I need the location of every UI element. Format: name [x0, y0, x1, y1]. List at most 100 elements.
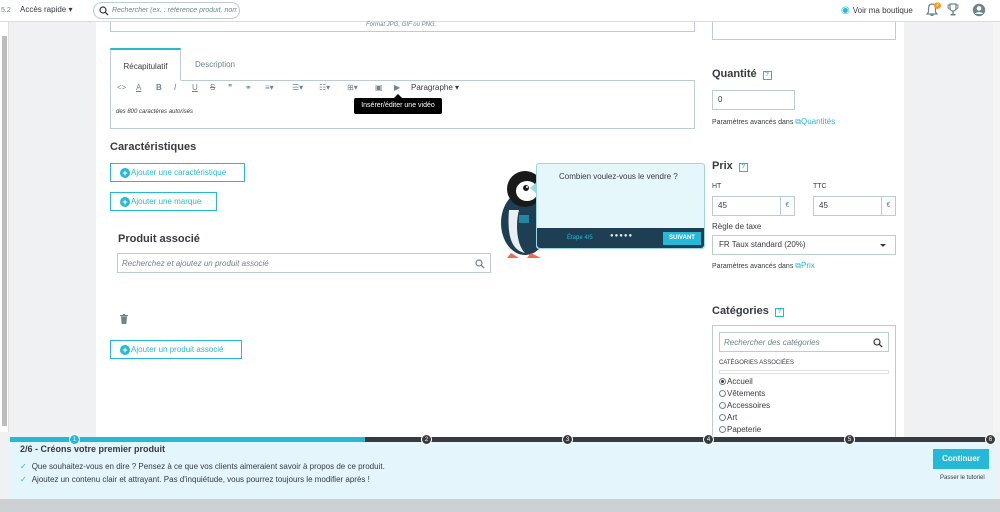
align-icon[interactable]: ≡▾ [265, 83, 274, 92]
price-ht-value: 45 [718, 201, 727, 210]
help-icon[interactable]: ? [762, 71, 772, 80]
italic-icon[interactable]: I [174, 83, 176, 92]
blockquote-icon[interactable]: ❞ [228, 83, 232, 92]
image-dropzone[interactable]: Format JPG, GIF ou PNG. [110, 22, 695, 32]
plus-circle-icon: + [120, 168, 130, 178]
underline-icon[interactable]: U [192, 83, 198, 92]
popup-progress-dots: ●●●●● [610, 233, 634, 239]
add-related-product-button[interactable]: + Ajouter un produit associé [110, 340, 242, 359]
tutorial-line: ✓ Ajoutez un contenu clair et attrayant. … [20, 475, 370, 484]
tab-description[interactable]: Description [190, 48, 240, 81]
image-icon[interactable]: ▣ [375, 83, 383, 92]
radio-icon[interactable] [719, 426, 726, 433]
trash-icon[interactable] [120, 314, 128, 324]
quantity-input[interactable]: 0 [712, 90, 795, 110]
tab-summary[interactable]: Récapitulatif [110, 48, 181, 81]
tutorial-line-text: Ajoutez un contenu clair et attrayant. P… [31, 475, 370, 484]
category-label: Art [727, 413, 738, 422]
bold-icon[interactable]: B [156, 83, 162, 92]
price-advanced-text: Paramètres avancés dans [712, 263, 794, 270]
quantity-advanced-link[interactable]: ⧉Quantités [795, 117, 835, 126]
description-tabs: Récapitulatif Description [110, 48, 695, 81]
features-title: Caractéristiques [110, 141, 197, 153]
associated-categories-label: Catégories associées [719, 360, 794, 366]
trophy-icon[interactable] [947, 3, 959, 17]
price-advanced-row: Paramètres avancés dans ⧉Prix [712, 261, 815, 271]
radio-icon[interactable] [719, 390, 726, 397]
categories-search-input[interactable]: Rechercher des catégories [719, 332, 889, 352]
link-icon[interactable]: ⚭ [245, 83, 252, 92]
continue-button[interactable]: Continuer [933, 449, 989, 469]
check-icon: ✓ [20, 475, 27, 484]
tutorial-title: 2/6 - Créons votre premier produit [20, 444, 166, 454]
related-product-placeholder: Recherchez et ajoutez un produit associé [122, 259, 269, 268]
category-item-accessoires[interactable]: Accessoires [719, 401, 770, 410]
category-item-papeterie[interactable]: Papeterie [719, 425, 761, 434]
next-button[interactable]: SUIVANT [663, 232, 701, 245]
quick-access-label: Accès rapide [20, 5, 67, 14]
search-icon [475, 259, 485, 269]
version-label: 5.2 [1, 7, 11, 14]
quantity-advanced-row: Paramètres avancés dans ⧉Quantités [712, 117, 835, 127]
category-label: Vêtements [727, 389, 766, 398]
table-icon[interactable]: ⊞▾ [347, 83, 358, 92]
video-tooltip: Insérer/éditer une vidéo [354, 94, 442, 114]
search-icon [99, 6, 109, 16]
category-item-vetements[interactable]: Vêtements [719, 389, 765, 398]
text-color-icon[interactable]: A [136, 83, 141, 92]
bottom-strip [0, 499, 1000, 512]
price-ttc-input[interactable]: 45 € [813, 196, 896, 216]
help-icon[interactable]: ? [738, 163, 748, 172]
plus-circle-icon: + [120, 197, 130, 207]
top-bar: 5.2 Accès rapide ▾ Rechercher (ex. : réf… [0, 0, 1000, 22]
radio-selected-icon[interactable] [719, 378, 726, 385]
image-format-hint: Format JPG, GIF ou PNG. [366, 22, 437, 28]
category-label: Accueil [727, 377, 753, 386]
chevron-down-icon [880, 244, 886, 247]
tutorial-line-text: Que souhaitez-vous en dire ? Pensez à ce… [31, 462, 385, 471]
paragraph-format-select[interactable]: Paragraphe ▾ [411, 83, 459, 92]
left-scroll-strip [0, 22, 9, 432]
search-placeholder: Rechercher (ex. : référence produit, nom [112, 7, 237, 14]
eye-icon: ◉ [841, 5, 850, 16]
add-brand-button[interactable]: + Ajouter une marque [110, 192, 217, 211]
numbered-list-icon[interactable]: ☷▾ [319, 83, 330, 92]
scrollbar[interactable] [2, 36, 7, 426]
popup-step-label: Étape 4/5 [567, 235, 593, 241]
progress-step: 2 [421, 434, 432, 445]
categories-title: Catégories? [712, 305, 784, 317]
price-advanced-link[interactable]: ⧉Prix [795, 261, 815, 270]
strikethrough-icon[interactable]: S [210, 83, 215, 92]
add-brand-label: Ajouter une marque [131, 197, 202, 206]
search-input[interactable]: Rechercher (ex. : référence produit, nom [93, 2, 240, 19]
source-code-icon[interactable]: <> [117, 83, 126, 92]
price-ht-input[interactable]: 45 € [712, 196, 795, 216]
user-account-icon[interactable] [972, 3, 986, 17]
right-scroll-strip [993, 22, 1000, 432]
right-top-box [712, 22, 896, 40]
price-title: Prix? [712, 160, 748, 172]
add-feature-button[interactable]: + Ajouter une caractéristique [110, 163, 245, 182]
view-shop-label: Voir ma boutique [852, 6, 913, 15]
progress-step: 6 [985, 434, 996, 445]
quantity-advanced-link-label: Quantités [801, 117, 836, 126]
radio-icon[interactable] [719, 402, 726, 409]
tutorial-popup: Combien voulez-vous le vendre ? Étape 4/… [530, 163, 705, 249]
view-shop-link[interactable]: ◉ Voir ma boutique [841, 5, 913, 16]
help-icon[interactable]: ? [774, 308, 784, 317]
categories-search-placeholder: Rechercher des catégories [724, 338, 820, 347]
category-item-accueil[interactable]: Accueil [719, 377, 753, 386]
categories-box: Rechercher des catégories Catégories ass… [712, 325, 896, 440]
category-item-art[interactable]: Art [719, 413, 737, 422]
notification-badge: 2 [934, 2, 941, 9]
bullet-list-icon[interactable]: ☰▾ [292, 83, 303, 92]
quick-access-menu[interactable]: Accès rapide ▾ [20, 5, 73, 14]
categories-title-label: Catégories [712, 305, 769, 317]
related-product-search[interactable]: Recherchez et ajoutez un produit associé [117, 253, 491, 273]
category-label: Accessoires [727, 401, 771, 410]
skip-tutorial-link[interactable]: Passer le tutoriel [940, 475, 985, 481]
tax-rule-select[interactable]: FR Taux standard (20%) [712, 235, 896, 255]
video-icon[interactable]: ▶ [394, 83, 400, 92]
related-product-title: Produit associé [118, 233, 200, 245]
radio-icon[interactable] [719, 414, 726, 421]
